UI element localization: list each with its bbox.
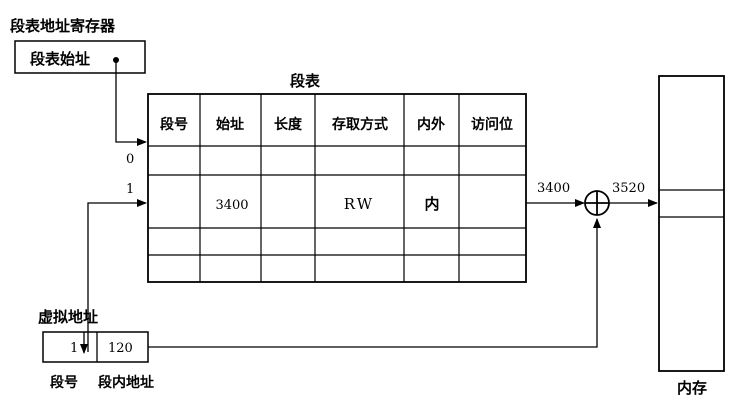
segment-number-arrow (87, 199, 147, 352)
memory-label: 内存 (677, 379, 707, 397)
row1-location: 内 (424, 195, 439, 213)
offset-to-adder-arrow (148, 218, 601, 348)
adder-output-value: 3520 (612, 181, 645, 196)
segment-number-caption: 段号 (50, 374, 78, 391)
adder-symbol (584, 190, 610, 216)
header-start-address: 始址 (216, 116, 244, 133)
row-label-1: 1 (126, 182, 134, 197)
virtual-offset: 120 (108, 341, 133, 356)
header-segment-number: 段号 (160, 116, 188, 133)
segment-address-translation-diagram: 段表地址寄存器 段表始址 段表 段号 始址 长度 存取方式 内外 访问位 0 1… (10, 17, 725, 397)
virtual-address-title: 虚拟地址 (38, 308, 98, 326)
row-label-0: 0 (126, 152, 134, 167)
table-title: 段表 (290, 72, 321, 90)
adder-input-value: 3400 (537, 181, 570, 196)
header-access-mode: 存取方式 (332, 116, 388, 133)
register-title: 段表地址寄存器 (10, 17, 116, 35)
register-content: 段表始址 (30, 50, 90, 68)
offset-caption: 段内地址 (98, 374, 154, 391)
header-location: 内外 (417, 116, 445, 133)
memory-block (658, 75, 725, 372)
header-length: 长度 (274, 116, 303, 133)
virtual-segment-number: 1 (70, 341, 78, 356)
row1-start-address: 3400 (215, 198, 248, 213)
header-access-bit: 访问位 (471, 116, 513, 133)
row1-access-mode: RW (344, 195, 374, 213)
